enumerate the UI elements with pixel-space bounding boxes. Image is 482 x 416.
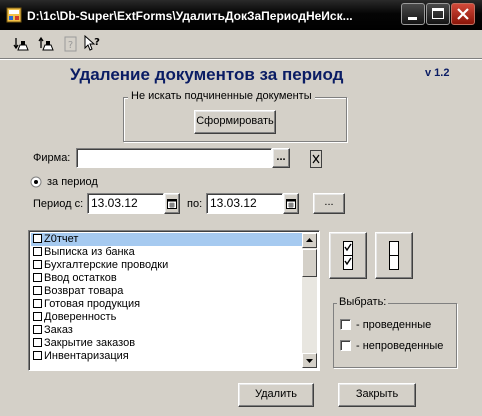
list-item[interactable]: Готовая продукция — [31, 298, 305, 311]
posted-checkbox[interactable] — [340, 319, 351, 330]
form-button[interactable]: Сформировать — [194, 110, 276, 134]
period-to-value: 13.03.12 — [210, 196, 257, 210]
calendar-icon — [286, 199, 296, 209]
close-icon — [457, 8, 469, 20]
close-button[interactable] — [451, 3, 475, 25]
list-item[interactable]: Заказ — [31, 324, 305, 337]
close-form-button[interactable]: Закрыть — [338, 383, 416, 407]
list-item[interactable]: Выписка из банка — [31, 246, 305, 259]
scroll-down-icon — [306, 359, 313, 363]
clear-icon[interactable] — [309, 149, 323, 169]
list-item-checkbox[interactable] — [33, 234, 42, 243]
period-to-calendar-button[interactable] — [283, 193, 299, 214]
unposted-label: - непроведенные — [356, 340, 444, 352]
check-all-button[interactable] — [329, 232, 367, 279]
period-from-field[interactable]: 13.03.12 — [87, 193, 164, 214]
minimize-icon — [408, 17, 417, 20]
list-item[interactable]: Возврат товара — [31, 285, 305, 298]
period-to-label: по: — [187, 198, 203, 210]
period-browse-label: ... — [324, 196, 334, 208]
subordinate-docs-group-title: Не искать подчиненные документы — [128, 89, 315, 103]
choose-group-title: Выбрать: — [337, 295, 389, 309]
list-item[interactable]: Z0тчет — [31, 233, 305, 246]
form-button-label: Сформировать — [196, 115, 274, 127]
list-item-checkbox[interactable] — [33, 273, 42, 282]
document-type-items: Z0тчет Выписка из банка Бухгалтерские пров… — [31, 233, 305, 363]
list-item-label: Заказ — [44, 324, 73, 336]
period-radio[interactable] — [30, 176, 42, 188]
version-label: v 1.2 — [425, 67, 450, 79]
list-item-label: Доверенность — [44, 311, 117, 323]
list-item-checkbox[interactable] — [33, 351, 42, 360]
firm-browse-button[interactable]: ... — [272, 148, 290, 168]
list-item[interactable]: Закрытие заказов — [31, 337, 305, 350]
list-item[interactable]: Инвентаризация — [31, 350, 305, 363]
period-browse-button[interactable]: ... — [313, 193, 345, 214]
firm-label: Фирма: — [33, 152, 71, 164]
period-from-calendar-button[interactable] — [164, 193, 180, 214]
list-item-checkbox[interactable] — [33, 312, 42, 321]
window-title: D:\1c\Db-Super\ExtForms\УдалитьДокЗаПери… — [27, 9, 353, 23]
list-item-label: Инвентаризация — [44, 350, 129, 362]
list-item-label: Выписка из банка — [44, 246, 135, 258]
scroll-up-icon — [306, 238, 313, 242]
svg-text:?: ? — [68, 40, 73, 51]
maximize-icon — [432, 8, 444, 19]
list-item-label: Возврат товара — [44, 285, 124, 297]
list-item-label: Бухгалтерские проводки — [44, 259, 169, 271]
list-item-label: Готовая продукция — [44, 298, 141, 310]
period-from-value: 13.03.12 — [91, 196, 138, 210]
list-scrollbar[interactable] — [302, 233, 317, 368]
list-item[interactable]: Бухгалтерские проводки — [31, 259, 305, 272]
unposted-checkbox[interactable] — [340, 340, 351, 351]
list-item-label: Z0тчет — [44, 233, 79, 245]
scroll-thumb[interactable] — [302, 249, 317, 277]
list-item-checkbox[interactable] — [33, 286, 42, 295]
period-to-field[interactable]: 13.03.12 — [206, 193, 283, 214]
firm-browse-label: ... — [276, 151, 286, 163]
maximize-button[interactable] — [426, 3, 450, 25]
list-item-checkbox[interactable] — [33, 247, 42, 256]
list-item-checkbox[interactable] — [33, 325, 42, 334]
scroll-down-button[interactable] — [302, 353, 317, 368]
period-from-label: Период с: — [33, 198, 84, 210]
list-item[interactable]: Ввод остатков — [31, 272, 305, 285]
document-type-list[interactable]: Z0тчет Выписка из банка Бухгалтерские пров… — [28, 230, 320, 371]
close-form-button-label: Закрыть — [355, 388, 399, 400]
list-item-checkbox[interactable] — [33, 299, 42, 308]
page-title: Удаление документов за период — [70, 65, 344, 84]
posted-label: - проведенные — [356, 319, 432, 331]
help-icon[interactable]: ? — [62, 35, 80, 53]
save-form-icon[interactable] — [12, 35, 30, 53]
list-item-checkbox[interactable] — [33, 260, 42, 269]
list-item-checkbox[interactable] — [33, 338, 42, 347]
scroll-up-button[interactable] — [302, 233, 317, 248]
delete-button-label: Удалить — [255, 388, 297, 400]
context-help-icon[interactable]: ? — [83, 35, 101, 53]
uncheck-all-button[interactable] — [375, 232, 413, 279]
uncheck-all-icon — [389, 241, 399, 270]
period-radio-label: за период — [47, 176, 98, 188]
list-item-label: Закрытие заказов — [44, 337, 136, 349]
load-form-icon[interactable] — [37, 35, 55, 53]
check-all-icon — [343, 241, 353, 270]
choose-group — [333, 303, 457, 368]
toolbar-separator — [0, 58, 482, 60]
minimize-button[interactable] — [401, 3, 425, 25]
list-item[interactable]: Доверенность — [31, 311, 305, 324]
calendar-icon — [167, 199, 177, 209]
svg-text:?: ? — [94, 37, 100, 48]
app-icon — [6, 7, 22, 23]
firm-field[interactable] — [76, 148, 272, 168]
list-item-label: Ввод остатков — [44, 272, 117, 284]
delete-button[interactable]: Удалить — [238, 383, 314, 407]
